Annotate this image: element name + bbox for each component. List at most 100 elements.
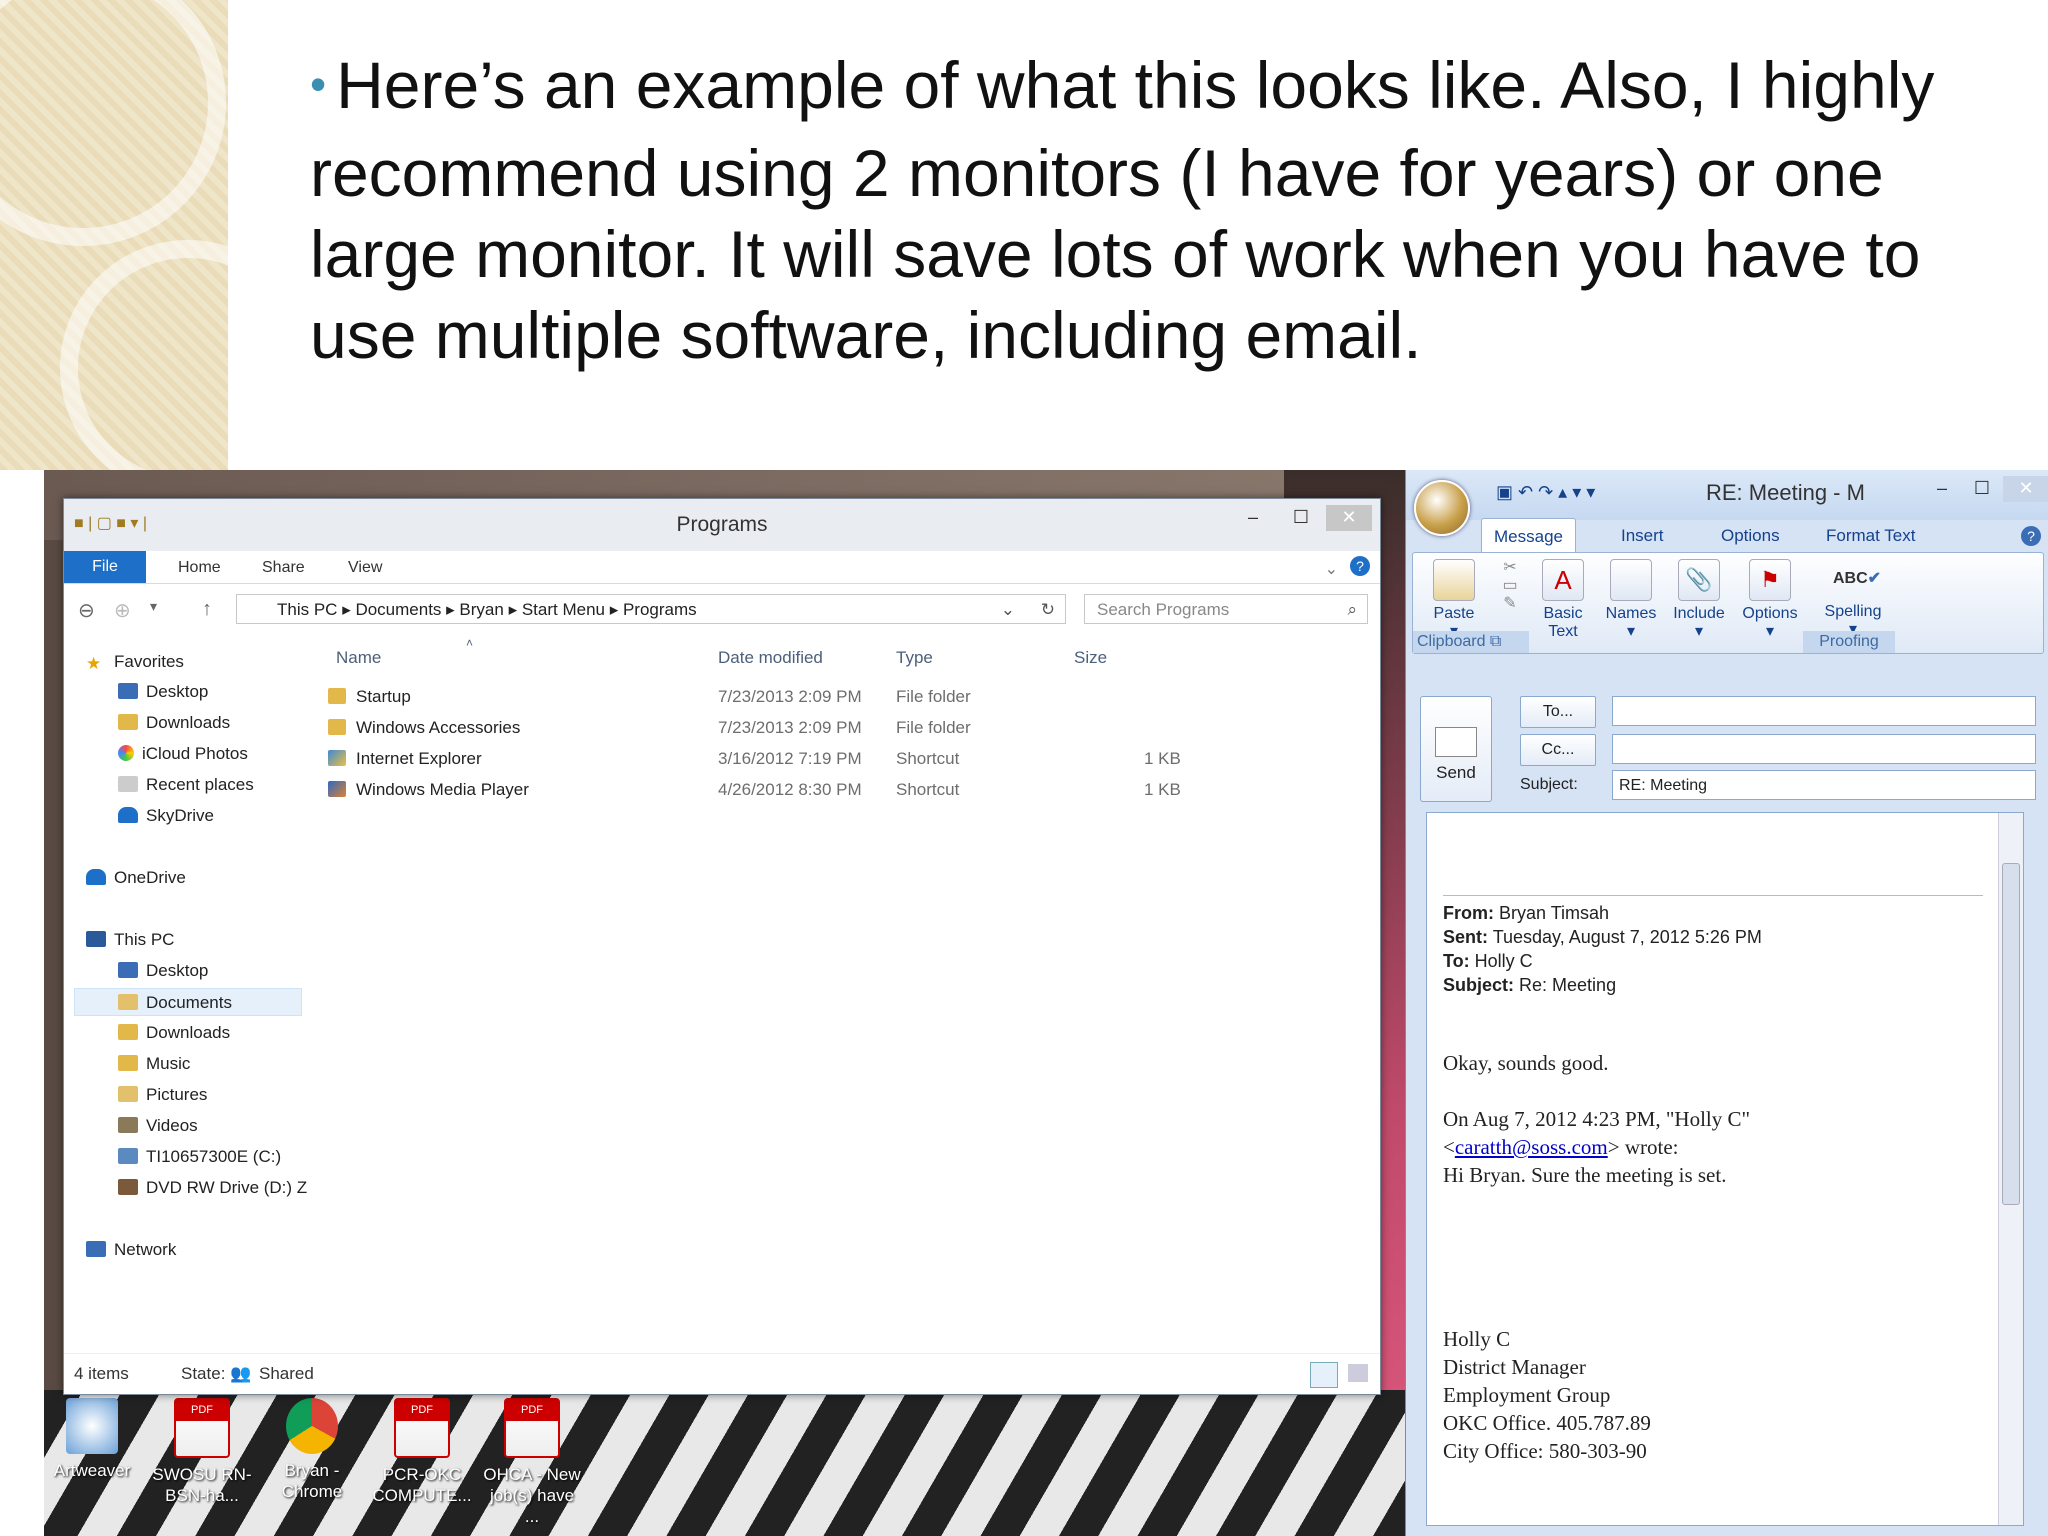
close-button[interactable]: ✕ bbox=[2003, 476, 2048, 502]
send-icon bbox=[1435, 727, 1477, 757]
file-row[interactable]: Windows Media Player 4/26/2012 8:30 PM S… bbox=[324, 775, 1380, 805]
tab-format-text[interactable]: Format Text bbox=[1826, 526, 1915, 546]
state-value: Shared bbox=[259, 1364, 314, 1383]
desktop-icon bbox=[118, 962, 138, 978]
file-row[interactable]: Windows Accessories 7/23/2013 2:09 PM Fi… bbox=[324, 713, 1380, 743]
nav-pc-documents[interactable]: Documents bbox=[74, 988, 302, 1016]
scrollbar-thumb[interactable] bbox=[2002, 863, 2020, 1205]
spelling-button[interactable]: ABC✔ Spelling ▾ bbox=[1813, 559, 1893, 639]
nav-pc-dvd-drive[interactable]: DVD RW Drive (D:) Z bbox=[118, 1174, 307, 1202]
message-body[interactable]: From: Bryan Timsah Sent: Tuesday, August… bbox=[1426, 812, 2024, 1526]
column-date-modified[interactable]: Date modified bbox=[718, 648, 823, 668]
state-label: State: bbox=[181, 1364, 226, 1383]
desktop-icon-pcr[interactable]: PCR-OKC COMPUTE... bbox=[372, 1398, 472, 1506]
options-label: Options bbox=[1742, 605, 1798, 622]
signature-line: City Office: 580-303-90 bbox=[1443, 1439, 1647, 1463]
address-book-icon bbox=[1610, 559, 1652, 601]
cut-copy-icon[interactable]: ✂ ▭ ✎ bbox=[1497, 559, 1523, 613]
tab-view[interactable]: View bbox=[348, 559, 382, 577]
desktop-icon-label: Bryan - Chrome bbox=[281, 1461, 343, 1501]
desktop-icon-ohca[interactable]: OHCA - New job(s) have ... bbox=[482, 1398, 582, 1527]
search-input[interactable]: Search Programs ⌕ bbox=[1084, 594, 1368, 624]
desktop-icon-label: SWOSU RN-BSN-ha... bbox=[152, 1465, 252, 1505]
tab-share[interactable]: Share bbox=[262, 559, 305, 577]
desktop-icon-chrome[interactable]: Bryan - Chrome bbox=[262, 1398, 362, 1502]
tab-home[interactable]: Home bbox=[178, 559, 221, 577]
pdf-icon bbox=[174, 1398, 230, 1458]
nav-downloads[interactable]: Downloads bbox=[118, 709, 230, 737]
help-icon[interactable]: ? bbox=[2021, 526, 2041, 546]
subject-field[interactable]: RE: Meeting bbox=[1612, 770, 2036, 800]
nav-desktop[interactable]: Desktop bbox=[118, 678, 208, 706]
tab-message[interactable]: Message bbox=[1481, 518, 1576, 555]
font-color-icon: A bbox=[1542, 559, 1584, 601]
chevron-down-icon[interactable]: ⌄ bbox=[1325, 559, 1338, 579]
include-button[interactable]: 📎 Include ▾ bbox=[1665, 559, 1733, 641]
forward-arrow-icon[interactable]: ⊕ bbox=[114, 598, 131, 623]
refresh-icon[interactable]: ↻ bbox=[1041, 595, 1055, 625]
nav-recent-places[interactable]: Recent places bbox=[118, 771, 254, 799]
tab-file[interactable]: File bbox=[64, 551, 146, 583]
address-bar[interactable]: This PC ▸ Documents ▸ Bryan ▸ Start Menu… bbox=[236, 594, 1066, 624]
nav-pc-music[interactable]: Music bbox=[118, 1050, 190, 1078]
to-field[interactable] bbox=[1612, 696, 2036, 726]
maximize-button[interactable]: ☐ bbox=[1959, 476, 2005, 502]
close-button[interactable]: ✕ bbox=[1326, 505, 1372, 531]
breadcrumb-programs[interactable]: Programs bbox=[623, 600, 697, 619]
explorer-title-bar[interactable]: ■ | ▢ ■ ▾ | Programs – ☐ ✕ bbox=[64, 499, 1380, 551]
up-arrow-icon[interactable]: ↑ bbox=[202, 598, 212, 621]
cc-button[interactable]: Cc... bbox=[1520, 734, 1596, 766]
breadcrumb-bryan[interactable]: Bryan bbox=[459, 600, 503, 619]
column-name[interactable]: Name bbox=[336, 648, 381, 668]
breadcrumb-this-pc[interactable]: This PC bbox=[277, 600, 337, 619]
help-icon[interactable]: ? bbox=[1350, 556, 1370, 576]
vertical-scrollbar[interactable] bbox=[1998, 813, 2023, 1525]
large-icons-view-icon[interactable] bbox=[1348, 1364, 1368, 1382]
nav-skydrive[interactable]: SkyDrive bbox=[118, 802, 214, 830]
nav-pc-videos[interactable]: Videos bbox=[118, 1112, 198, 1140]
outlook-title-bar[interactable]: ▣ ↶ ↷ ▴ ▾ ▾ RE: Meeting - M – ☐ ✕ bbox=[1406, 470, 2048, 520]
nav-pc-desktop[interactable]: Desktop bbox=[118, 957, 208, 985]
nav-icloud-photos[interactable]: iCloud Photos bbox=[118, 740, 248, 768]
column-size[interactable]: Size bbox=[1074, 648, 1107, 668]
desktop-icon-swosu[interactable]: SWOSU RN-BSN-ha... bbox=[152, 1398, 252, 1506]
maximize-button[interactable]: ☐ bbox=[1278, 505, 1324, 531]
desktop-icon-artweaver[interactable]: Artweaver bbox=[42, 1398, 142, 1481]
nav-onedrive[interactable]: OneDrive bbox=[86, 864, 186, 892]
tab-insert[interactable]: Insert bbox=[1621, 526, 1664, 546]
breadcrumb-documents[interactable]: Documents bbox=[355, 600, 441, 619]
nav-favorites[interactable]: ★ Favorites bbox=[86, 648, 184, 676]
tab-options[interactable]: Options bbox=[1721, 526, 1780, 546]
options-button[interactable]: ⚑ Options ▾ bbox=[1735, 559, 1805, 641]
shared-users-icon: 👥 bbox=[230, 1364, 252, 1383]
flag-icon: ⚑ bbox=[1749, 559, 1791, 601]
file-row[interactable]: Internet Explorer 3/16/2012 7:19 PM Shor… bbox=[324, 744, 1380, 774]
file-row[interactable]: Startup 7/23/2013 2:09 PM File folder bbox=[324, 682, 1380, 712]
details-view-icon[interactable] bbox=[1310, 1362, 1338, 1388]
item-count: 4 items bbox=[74, 1364, 129, 1383]
column-type[interactable]: Type bbox=[896, 648, 933, 668]
nav-pc-downloads[interactable]: Downloads bbox=[118, 1019, 230, 1047]
minimize-button[interactable]: – bbox=[1230, 505, 1276, 531]
nav-network[interactable]: Network bbox=[86, 1236, 176, 1264]
nav-pc-pictures[interactable]: Pictures bbox=[118, 1081, 207, 1109]
folder-icon bbox=[328, 719, 346, 735]
names-button[interactable]: Names ▾ bbox=[1599, 559, 1663, 641]
recent-dropdown-icon[interactable]: ▾ bbox=[150, 598, 157, 615]
documents-folder-icon bbox=[118, 994, 138, 1010]
office-button-icon[interactable] bbox=[1414, 480, 1470, 536]
email-link[interactable]: caratth@soss.com bbox=[1455, 1135, 1608, 1159]
nav-this-pc[interactable]: This PC bbox=[86, 926, 174, 954]
nav-pc-c-drive[interactable]: TI10657300E (C:) bbox=[118, 1143, 281, 1171]
back-arrow-icon[interactable]: ⊖ bbox=[78, 598, 95, 623]
send-button[interactable]: Send bbox=[1420, 696, 1492, 802]
chevron-down-icon[interactable]: ⌄ bbox=[1001, 595, 1015, 625]
quick-access-toolbar-icon[interactable]: ▣ ↶ ↷ ▴ ▾ ▾ bbox=[1496, 482, 1595, 503]
paste-button[interactable]: Paste▾ bbox=[1419, 559, 1489, 641]
star-icon: ★ bbox=[86, 654, 102, 673]
breadcrumb-start-menu[interactable]: Start Menu bbox=[522, 600, 605, 619]
cc-field[interactable] bbox=[1612, 734, 2036, 764]
to-button[interactable]: To... bbox=[1520, 696, 1596, 728]
basic-text-button[interactable]: A Basic Text bbox=[1531, 559, 1595, 641]
hard-drive-icon bbox=[118, 1148, 138, 1164]
